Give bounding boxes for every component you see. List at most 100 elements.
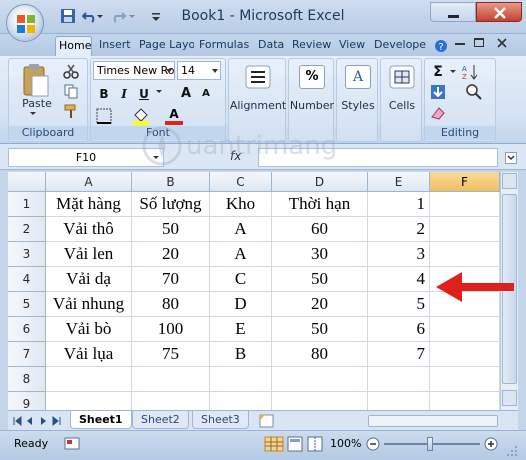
minimize-button[interactable] bbox=[430, 2, 476, 22]
insert-sheet-icon[interactable] bbox=[256, 413, 278, 429]
table-cell[interactable]: Mặt hàng bbox=[46, 192, 132, 217]
table-cell[interactable]: 50 bbox=[272, 267, 368, 292]
column-header-a[interactable]: A bbox=[46, 172, 132, 192]
table-cell[interactable]: D bbox=[210, 292, 272, 317]
close-window-button[interactable] bbox=[476, 2, 522, 22]
tab-view[interactable]: View bbox=[336, 36, 366, 56]
table-cell[interactable]: C bbox=[210, 267, 272, 292]
table-cell[interactable]: Vải bò bbox=[46, 317, 132, 342]
underline-button[interactable]: U bbox=[135, 85, 153, 103]
tab-formulas[interactable]: Formulas bbox=[196, 36, 252, 56]
tab-insert[interactable]: Insert bbox=[96, 36, 132, 56]
table-cell[interactable] bbox=[132, 367, 210, 392]
table-cell[interactable] bbox=[46, 367, 132, 392]
fill-icon[interactable] bbox=[429, 83, 447, 101]
table-cell[interactable]: B bbox=[210, 342, 272, 367]
table-cell[interactable]: 75 bbox=[132, 342, 210, 367]
help-icon[interactable]: ? bbox=[434, 39, 448, 53]
font-name-dropdown-icon[interactable] bbox=[166, 69, 172, 73]
table-cell[interactable]: 20 bbox=[272, 292, 368, 317]
column-header-c[interactable]: C bbox=[210, 172, 272, 192]
row-header[interactable]: 4 bbox=[8, 267, 46, 292]
clear-icon[interactable] bbox=[429, 105, 447, 121]
column-header-f[interactable]: F bbox=[430, 172, 500, 192]
font-size-combo[interactable]: 14 bbox=[177, 61, 221, 80]
sheet-nav-icons[interactable] bbox=[12, 415, 62, 427]
table-cell[interactable]: 60 bbox=[272, 217, 368, 242]
tab-page-layout[interactable]: Page Layo bbox=[136, 36, 194, 56]
sort-filter-icon[interactable]: AZ bbox=[461, 63, 481, 81]
underline-dropdown-icon[interactable] bbox=[155, 89, 163, 95]
zoom-out-icon[interactable] bbox=[366, 437, 380, 451]
table-cell[interactable]: A bbox=[210, 217, 272, 242]
table-cell[interactable]: A bbox=[210, 242, 272, 267]
table-cell[interactable] bbox=[210, 367, 272, 392]
column-header-e[interactable]: E bbox=[368, 172, 430, 192]
table-cell[interactable]: 100 bbox=[132, 317, 210, 342]
table-cell[interactable]: Vải len bbox=[46, 242, 132, 267]
ribbon-minimize-icon[interactable] bbox=[455, 43, 465, 45]
office-button[interactable] bbox=[6, 4, 44, 42]
table-cell[interactable] bbox=[210, 392, 272, 410]
paste-dropdown-icon[interactable] bbox=[29, 111, 37, 117]
table-cell[interactable]: 7 bbox=[368, 342, 430, 367]
tab-data[interactable]: Data bbox=[255, 36, 285, 56]
close-workbook-icon[interactable] bbox=[497, 38, 507, 48]
macro-recording-icon[interactable] bbox=[64, 436, 82, 452]
cut-icon[interactable] bbox=[63, 63, 79, 79]
borders-icon[interactable] bbox=[95, 107, 113, 125]
table-cell[interactable] bbox=[430, 342, 500, 367]
scroll-up-button[interactable] bbox=[502, 173, 517, 189]
sheet-tab-sheet2[interactable]: Sheet2 bbox=[132, 411, 189, 429]
tab-home[interactable]: Home bbox=[55, 36, 92, 56]
column-header-b[interactable]: B bbox=[132, 172, 210, 192]
table-cell[interactable]: 5 bbox=[368, 292, 430, 317]
select-all-corner[interactable] bbox=[8, 172, 46, 192]
row-header[interactable]: 3 bbox=[8, 242, 46, 267]
table-cell[interactable] bbox=[430, 192, 500, 217]
zoom-in-icon[interactable] bbox=[484, 437, 498, 451]
tab-review[interactable]: Review bbox=[289, 36, 333, 56]
table-cell[interactable] bbox=[430, 392, 500, 410]
table-cell[interactable]: Kho bbox=[210, 192, 272, 217]
table-cell[interactable] bbox=[272, 392, 368, 410]
sheet-tab-sheet3[interactable]: Sheet3 bbox=[192, 411, 249, 429]
paste-button-label[interactable]: Paste bbox=[17, 97, 57, 110]
table-cell[interactable]: 3 bbox=[368, 242, 430, 267]
table-cell[interactable]: 50 bbox=[272, 317, 368, 342]
horizontal-scrollbar[interactable] bbox=[368, 415, 498, 427]
format-painter-icon[interactable] bbox=[63, 103, 79, 119]
bold-button[interactable]: B bbox=[95, 85, 113, 103]
row-header[interactable]: 8 bbox=[8, 367, 46, 392]
table-cell[interactable] bbox=[368, 367, 430, 392]
table-cell[interactable] bbox=[132, 392, 210, 410]
table-cell[interactable] bbox=[272, 367, 368, 392]
page-layout-view-icon[interactable] bbox=[286, 436, 304, 452]
table-cell[interactable]: Số lượng bbox=[132, 192, 210, 217]
table-cell[interactable]: 2 bbox=[368, 217, 430, 242]
autosum-dropdown-icon[interactable] bbox=[449, 69, 457, 75]
tab-developer[interactable]: Developer bbox=[371, 36, 427, 56]
table-cell[interactable] bbox=[368, 392, 430, 410]
table-cell[interactable]: Thời hạn bbox=[272, 192, 368, 217]
italic-button[interactable]: I bbox=[115, 85, 133, 103]
table-cell[interactable]: 1 bbox=[368, 192, 430, 217]
table-cell[interactable]: Vải nhung bbox=[46, 292, 132, 317]
table-cell[interactable]: 80 bbox=[272, 342, 368, 367]
row-header[interactable]: 5 bbox=[8, 292, 46, 317]
table-cell[interactable]: Vải dạ bbox=[46, 267, 132, 292]
expand-formula-bar-icon[interactable] bbox=[505, 152, 517, 164]
worksheet-grid[interactable]: A B C D E F 1 Mặt hàng Số lượng Kho Thời hạn… bbox=[8, 172, 500, 410]
font-size-dropdown-icon[interactable] bbox=[212, 69, 218, 73]
zoom-slider-thumb[interactable] bbox=[427, 437, 433, 451]
normal-view-icon[interactable] bbox=[264, 436, 284, 452]
find-select-icon[interactable] bbox=[465, 83, 483, 101]
table-cell[interactable]: 20 bbox=[132, 242, 210, 267]
row-header[interactable]: 1 bbox=[8, 192, 46, 217]
restore-icon[interactable] bbox=[474, 38, 484, 47]
shrink-font-button[interactable]: A bbox=[197, 85, 215, 103]
table-cell[interactable]: 30 bbox=[272, 242, 368, 267]
paste-icon[interactable] bbox=[21, 63, 51, 99]
table-cell[interactable]: Vải thô bbox=[46, 217, 132, 242]
page-break-preview-icon[interactable] bbox=[306, 436, 324, 452]
